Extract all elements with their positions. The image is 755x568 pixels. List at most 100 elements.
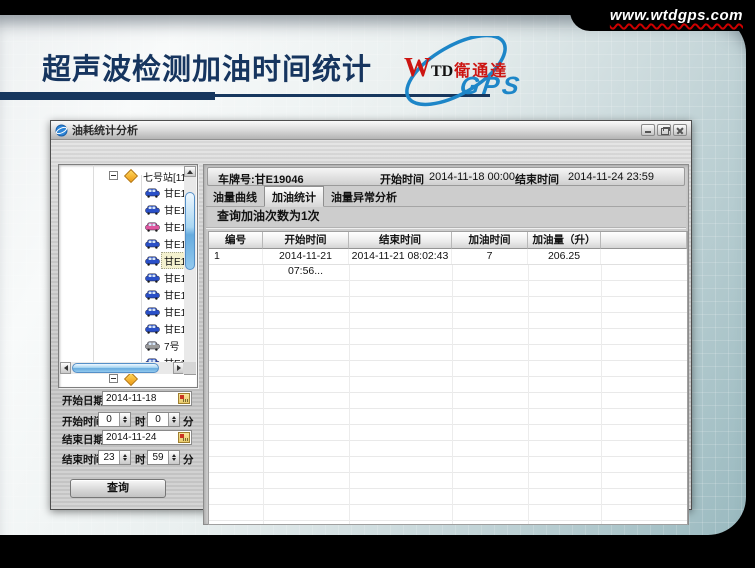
horizontal-scroll-thumb[interactable] (72, 363, 159, 373)
end-time-header-label: 结束时间 (515, 171, 559, 187)
scrollbar-corner (183, 362, 196, 374)
car-icon (145, 307, 160, 317)
stepper-buttons[interactable] (168, 413, 179, 426)
tab-0[interactable]: 油量曲线 (206, 187, 264, 206)
window-titlebar[interactable]: 油耗统计分析 (51, 121, 691, 140)
tab-bar: 油量曲线加油统计油量异常分析 (206, 188, 686, 207)
end-time-header-value: 2014-11-24 23:59 (568, 171, 654, 183)
car-icon (145, 256, 160, 266)
table-column-line (263, 249, 264, 524)
table-header-cell[interactable]: 加油量（升） (528, 232, 601, 249)
arrow-up-icon (172, 454, 176, 457)
vehicle-label: 甘E1 (164, 321, 186, 336)
tree-item-vehicle[interactable]: 甘E1 (59, 218, 184, 235)
title-underline-thick (0, 92, 215, 100)
car-icon (145, 222, 160, 232)
collapse-icon[interactable] (109, 171, 118, 180)
end-date-label: 结束日期: (62, 432, 108, 447)
car-icon (145, 188, 160, 198)
arrow-right-icon (177, 365, 181, 371)
minimize-button[interactable] (641, 124, 655, 136)
orange-gem-icon (124, 169, 138, 183)
close-button[interactable] (673, 124, 687, 136)
table-cell: 1 (209, 249, 263, 264)
start-date-label: 开始日期: (62, 393, 108, 408)
vertical-scroll-thumb[interactable] (185, 192, 195, 270)
globe-icon (55, 124, 68, 137)
fuel-stats-window: 油耗统计分析 七号站[11] 甘E1甘E1甘E1甘E1甘E1甘E1甘E1甘E1甘… (50, 120, 692, 510)
query-button[interactable]: 查询 (70, 479, 166, 498)
calendar-icon[interactable] (178, 393, 190, 404)
table-row-container: 12014-11-21 07:56...2014-11-21 08:02:437… (209, 249, 687, 265)
scroll-left-button[interactable] (60, 362, 71, 374)
calendar-icon[interactable] (178, 432, 190, 443)
table-header-cell[interactable]: 加油时间 (452, 232, 528, 249)
arrow-up-icon (123, 416, 127, 419)
vehicle-tree: 七号站[11] 甘E1甘E1甘E1甘E1甘E1甘E1甘E1甘E1甘E17号甘E1 (58, 164, 198, 388)
stepper-buttons[interactable] (119, 451, 130, 464)
tree-item-vehicle[interactable]: 甘E1 (59, 286, 184, 303)
tab-2[interactable]: 油量异常分析 (324, 187, 404, 206)
vehicle-label: 甘E1 (164, 287, 186, 302)
tree-horizontal-scrollbar[interactable] (60, 362, 184, 374)
end-date-input[interactable]: 2014-11-24 (102, 430, 192, 445)
car-icon (145, 290, 160, 300)
start-date-input[interactable]: 2014-11-18 (102, 391, 192, 406)
end-minute-stepper[interactable]: 59 (147, 450, 180, 465)
arrow-up-icon (123, 454, 127, 457)
tree-item-vehicle[interactable]: 甘E1 (59, 184, 184, 201)
start-minute-stepper[interactable]: 0 (147, 412, 180, 427)
start-date-value: 2014-11-18 (106, 393, 156, 404)
table-column-line (452, 249, 453, 524)
minute-unit: 分 (183, 452, 194, 467)
window-controls (641, 124, 687, 136)
start-hour-stepper[interactable]: 0 (98, 412, 131, 427)
tree-vertical-scrollbar[interactable] (184, 166, 196, 375)
vehicle-label: 7号 (164, 338, 180, 353)
table-header-cell[interactable]: 开始时间 (263, 232, 349, 249)
tree-item-vehicle[interactable]: 甘E1 (59, 235, 184, 252)
query-result-status: 查询加油次数为1次 (206, 206, 686, 228)
table-header-cell[interactable] (601, 232, 687, 249)
end-minute-value: 59 (148, 451, 168, 464)
tree-item-vehicle[interactable]: 甘E1 (59, 269, 184, 286)
tree-item-vehicle[interactable]: 7号 (59, 337, 184, 354)
end-hour-stepper[interactable]: 23 (98, 450, 131, 465)
table-header-cell[interactable]: 编号 (209, 232, 263, 249)
results-panel: 车牌号:甘E19046 开始时间 2014-11-18 00:00 结束时间 2… (203, 164, 689, 525)
stepper-buttons[interactable] (119, 413, 130, 426)
collapse-icon (109, 374, 118, 383)
table-header-cell[interactable]: 结束时间 (349, 232, 452, 249)
table-column-line (349, 249, 350, 524)
table-row[interactable]: 12014-11-21 07:56...2014-11-21 08:02:437… (209, 249, 687, 265)
tree-item-vehicle[interactable]: 甘E1 (59, 320, 184, 337)
table-body: 12014-11-21 07:56...2014-11-21 08:02:437… (209, 249, 687, 524)
arrow-down-icon (123, 458, 127, 461)
restore-icon-front (661, 128, 669, 135)
scroll-up-button[interactable] (184, 166, 196, 177)
end-hour-value: 23 (99, 451, 119, 464)
tree-item-vehicle[interactable]: 甘E1 (59, 303, 184, 320)
logo-gps-text: GPS (458, 72, 524, 101)
table-cell: 2014-11-21 07:56... (263, 249, 349, 264)
restore-button[interactable] (657, 124, 671, 136)
page-title: 超声波检测加油时间统计 (42, 46, 372, 88)
arrow-down-icon (172, 458, 176, 461)
arrow-left-icon (64, 365, 68, 371)
tree-item-vehicle[interactable]: 甘E1 (59, 252, 184, 269)
tree-group-node[interactable]: 七号站[11] (59, 167, 183, 184)
tab-1[interactable]: 加油统计 (264, 186, 324, 207)
car-icon (145, 273, 160, 283)
logo-w: W (404, 52, 431, 82)
tree-item-vehicle[interactable]: 甘E1 (59, 201, 184, 218)
url-banner: www.wtdgps.com (570, 0, 755, 31)
table-header-row: 编号开始时间结束时间加油时间加油量（升） (209, 232, 687, 249)
arrow-up-icon (187, 170, 193, 174)
vehicle-label: 甘E1 (164, 219, 186, 234)
table-column-line (601, 249, 602, 524)
plate-number: 车牌号:甘E19046 (218, 171, 304, 187)
vehicle-label: 甘E1 (164, 304, 186, 319)
stepper-buttons[interactable] (168, 451, 179, 464)
vehicle-label: 甘E1 (164, 270, 186, 285)
logo-td: TD (431, 63, 454, 80)
